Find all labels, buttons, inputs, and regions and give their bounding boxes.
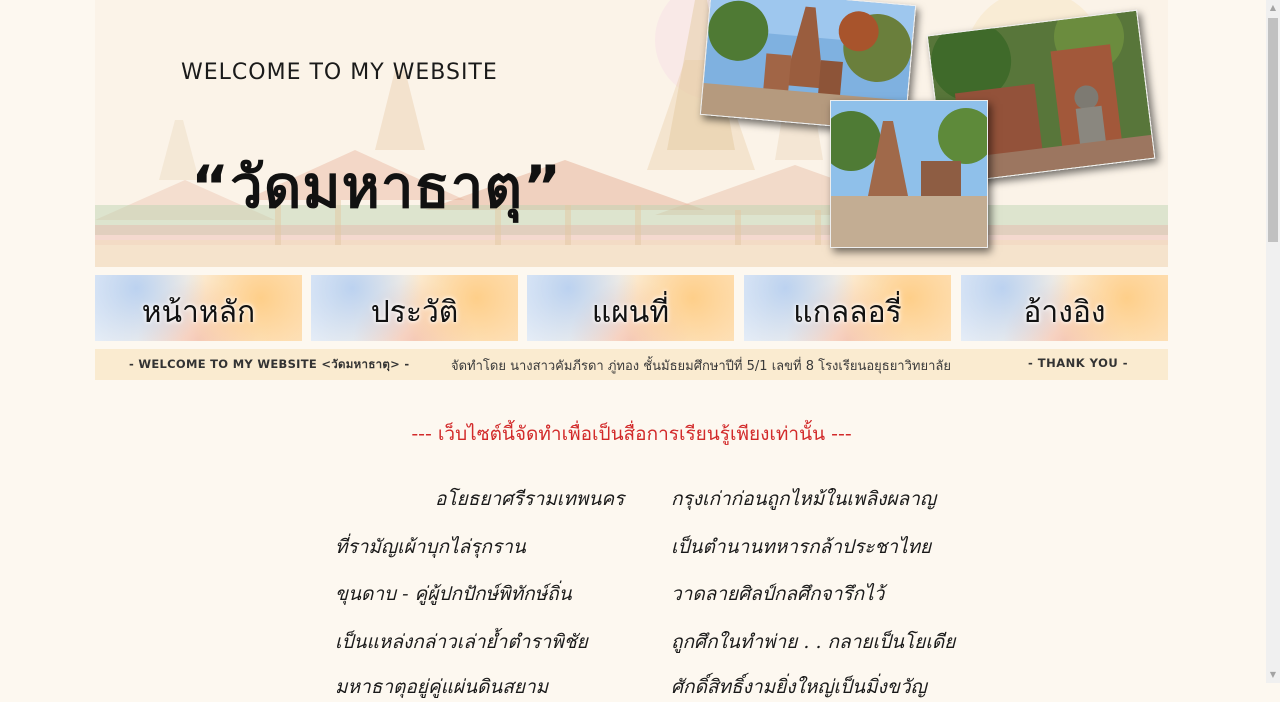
page-scrollbar[interactable]: ▲ ▼ [1266, 0, 1280, 683]
poem-line-right: ศักดิ์สิทธิ์งามยิ่งใหญ่เป็นมิ่งขวัญ [671, 676, 927, 698]
strip-welcome-text: - WELCOME TO MY WEBSITE <วัดมหาธาตุ> - [129, 357, 410, 371]
poem-line-left: ที่รามัญเผ้าบุกไล่รุกราน [335, 536, 526, 558]
nav-references-label: อ้างอิง [1023, 294, 1106, 330]
nav-references[interactable]: อ้างอิง [961, 275, 1168, 341]
main-navigation: หน้าหลัก ประวัติ แผนที่ แกลลอรี่ อ้างอิง [95, 275, 1168, 341]
prang-tower-photo [830, 100, 988, 248]
poem-line-left: ขุนดาบ - คู่ผู้ปกปักษ์พิทักษ์ถิ่น [335, 583, 572, 605]
poem-line-right: ถูกศึกในทำพ่าย . . กลายเป็นโยเดีย [671, 631, 956, 653]
scroll-up-arrow-icon[interactable]: ▲ [1266, 0, 1280, 16]
poem-line-right: กรุงเก่าก่อนถูกไหม้ในเพลิงผลาญ [671, 488, 937, 510]
info-marquee-strip: - WELCOME TO MY WEBSITE <วัดมหาธาตุ> - จ… [95, 349, 1168, 380]
poem-line-right: เป็นตำนานทหารกล้าประชาไทย [671, 536, 932, 558]
header-banner: WELCOME TO MY WEBSITE “วัดมหาธาตุ” [95, 0, 1168, 267]
nav-history[interactable]: ประวัติ [311, 275, 518, 341]
nav-home[interactable]: หน้าหลัก [95, 275, 302, 341]
poem-line-left: อโยธยาศรีรามเทพนคร [435, 488, 625, 510]
nav-map[interactable]: แผนที่ [527, 275, 734, 341]
nav-map-label: แผนที่ [591, 294, 670, 330]
nav-history-label: ประวัติ [370, 294, 459, 330]
page-container: WELCOME TO MY WEBSITE “วัดมหาธาตุ” หน้าห… [95, 0, 1168, 698]
banner-temple-title: “วัดมหาธาตุ” [191, 153, 563, 221]
nav-home-label: หน้าหลัก [141, 294, 256, 330]
banner-welcome-text: WELCOME TO MY WEBSITE [181, 60, 498, 85]
strip-thank-you: - THANK YOU - [1028, 356, 1128, 370]
poem-line-right: วาดลายศิลป์กลศึกจารึกไว้ [671, 583, 885, 605]
nav-gallery-label: แกลลอรี่ [793, 294, 902, 330]
strip-author-credit: จัดทำโดย นางสาวคัมภีรดา ภู่ทอง ชั้นมัธยม… [451, 359, 951, 374]
poem-line-left: มหาธาตุอยู่คู่แผ่นดินสยาม [335, 676, 549, 698]
educational-notice: --- เว็บไซต์นี้จัดทำเพื่อเป็นสื่อการเรีย… [411, 423, 852, 445]
nav-gallery[interactable]: แกลลอรี่ [744, 275, 951, 341]
scrollbar-thumb[interactable] [1268, 18, 1278, 242]
poem-line-left: เป็นแหล่งกล่าวเล่าย้ำตำราพิชัย [335, 631, 588, 653]
scroll-down-arrow-icon[interactable]: ▼ [1266, 667, 1280, 683]
